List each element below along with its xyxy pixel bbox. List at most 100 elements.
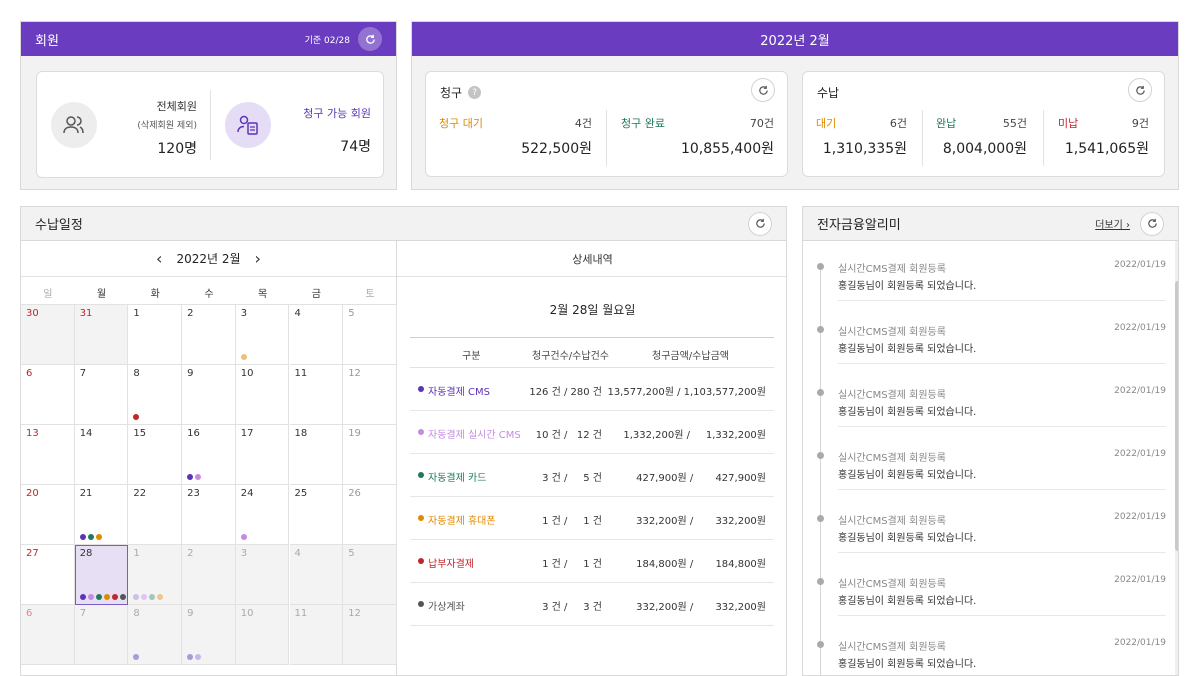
- calendar-day[interactable]: 19: [343, 425, 397, 485]
- scrollbar[interactable]: [1175, 241, 1178, 675]
- calendar-day[interactable]: 10: [235, 605, 290, 665]
- calendar-day[interactable]: 24: [235, 485, 290, 545]
- calendar-day[interactable]: 5: [343, 545, 397, 605]
- calendar-day[interactable]: 2: [182, 545, 236, 605]
- payment-refresh-button[interactable]: [1128, 78, 1152, 102]
- calendar-day[interactable]: 23: [182, 485, 236, 545]
- calendar-day[interactable]: 12: [343, 365, 397, 425]
- calendar-day[interactable]: 6: [21, 605, 75, 665]
- notification-date: 2022/01/19: [1114, 575, 1166, 585]
- next-month-button[interactable]: ›: [255, 249, 261, 268]
- event-dots: [133, 654, 140, 660]
- payment-unpaid-label[interactable]: 미납: [1058, 117, 1078, 130]
- calendar-day[interactable]: 2: [182, 305, 236, 365]
- notification-item[interactable]: 실시간CMS결제 회원등록 2022/01/19 홍길동님이 회원등록 되었습니다.: [803, 383, 1178, 446]
- category-dot: [418, 601, 424, 607]
- calendar-day[interactable]: 4: [289, 545, 344, 605]
- payment-paid-label[interactable]: 완납: [936, 117, 956, 130]
- count-value: 1 건 / 1 건: [542, 559, 602, 570]
- day-number: 27: [26, 548, 39, 559]
- calendar-day[interactable]: 20: [21, 485, 75, 545]
- category-dot: [418, 429, 424, 435]
- notification-item[interactable]: 실시간CMS결제 회원등록 2022/01/19 홍길동님이 회원등록 되었습니다.: [803, 446, 1178, 509]
- detail-row[interactable]: 자동결제 카드 3 건 / 5 건 427,900원 / 427,900원: [410, 454, 774, 497]
- schedule-refresh-button[interactable]: [748, 211, 772, 236]
- detail-row[interactable]: 가상계좌 3 건 / 3 건 332,200원 / 332,200원: [410, 583, 774, 626]
- notification-title: 전자금융알리미: [817, 218, 901, 233]
- total-members-value: 120명: [157, 141, 197, 157]
- payment-wait-label[interactable]: 대기: [816, 117, 836, 130]
- more-link[interactable]: 더보기 ›: [1095, 216, 1130, 231]
- calendar-day[interactable]: 26: [343, 485, 397, 545]
- calendar-day[interactable]: 13: [21, 425, 75, 485]
- calendar-day[interactable]: 11: [289, 365, 344, 425]
- calendar-day[interactable]: 12: [343, 605, 397, 665]
- notification-item[interactable]: 실시간CMS결제 회원등록 2022/01/19 홍길동님이 회원등록 되었습니다.: [803, 257, 1178, 320]
- notification-refresh-button[interactable]: [1140, 211, 1164, 236]
- calendar-day[interactable]: 1: [128, 545, 183, 605]
- calendar-day[interactable]: 16: [182, 425, 236, 485]
- payment-unpaid-amount: 1,541,065원: [1064, 141, 1149, 157]
- billing-pending-label[interactable]: 청구 대기: [439, 117, 483, 130]
- detail-row[interactable]: 자동결제 휴대폰 1 건 / 1 건 332,200원 / 332,200원: [410, 497, 774, 540]
- calendar-day[interactable]: 31: [74, 305, 129, 365]
- calendar-day[interactable]: 9: [182, 365, 236, 425]
- calendar-day[interactable]: 30: [21, 305, 75, 365]
- detail-title: 상세내역: [397, 241, 786, 277]
- day-number: 15: [133, 428, 147, 439]
- member-refresh-button[interactable]: [358, 27, 382, 51]
- help-icon[interactable]: ?: [468, 86, 482, 99]
- detail-row[interactable]: 납부자결제 1 건 / 1 건 184,800원 / 184,800원: [410, 540, 774, 583]
- calendar-day[interactable]: 15: [128, 425, 183, 485]
- weekday-0: 일: [43, 289, 53, 300]
- day-number: 18: [294, 428, 308, 439]
- calendar-day[interactable]: 21: [74, 485, 129, 545]
- calendar-day[interactable]: 8: [128, 365, 183, 425]
- notification-type: 실시간CMS결제 회원등록: [838, 516, 946, 527]
- calendar-day[interactable]: 8: [128, 605, 183, 665]
- calendar-day[interactable]: 3: [235, 545, 290, 605]
- calendar-day[interactable]: 1: [128, 305, 183, 365]
- event-dot: [187, 474, 194, 480]
- billing-done-label[interactable]: 청구 완료: [621, 117, 665, 130]
- day-number: 4: [294, 548, 301, 559]
- billing-refresh-button[interactable]: [751, 78, 775, 102]
- calendar-day[interactable]: 5: [343, 305, 397, 365]
- prev-month-button[interactable]: ‹: [156, 249, 162, 268]
- calendar-day[interactable]: 25: [289, 485, 344, 545]
- calendar-day[interactable]: 4: [289, 305, 344, 365]
- payment-paid-amount: 8,004,000원: [942, 141, 1027, 157]
- calendar-day[interactable]: 11: [289, 605, 344, 665]
- calendar-day[interactable]: 18: [289, 425, 344, 485]
- event-dots: [187, 474, 202, 480]
- event-dots: [133, 414, 140, 420]
- detail-row[interactable]: 자동결제 CMS 126 건 / 280 건 13,577,200원 / 1,103…: [410, 368, 774, 411]
- notification-item[interactable]: 실시간CMS결제 회원등록 2022/01/19 홍길동님이 회원등록 되었습니다.: [803, 635, 1178, 675]
- event-dot: [111, 594, 118, 600]
- scrollbar-thumb[interactable]: [1175, 281, 1178, 551]
- notification-item[interactable]: 실시간CMS결제 회원등록 2022/01/19 홍길동님이 회원등록 되었습니다.: [803, 509, 1178, 572]
- notification-item[interactable]: 실시간CMS결제 회원등록 2022/01/19 홍길동님이 회원등록 되었습니다.: [803, 320, 1178, 383]
- calendar-day[interactable]: 3: [235, 305, 290, 365]
- detail-row[interactable]: 자동결제 실시간 CMS 10 건 / 12 건 1,332,200원 / 1,33…: [410, 411, 774, 454]
- day-number: 2: [187, 548, 194, 559]
- calendar-day[interactable]: 7: [74, 365, 129, 425]
- notification-message: 홍길동님이 회원등록 되었습니다.: [838, 407, 977, 418]
- notification-item[interactable]: 실시간CMS결제 회원등록 2022/01/19 홍길동님이 회원등록 되었습니다.: [803, 572, 1178, 635]
- member-card-icon: [225, 102, 271, 148]
- event-dot: [79, 534, 86, 540]
- billing-title: 청구: [440, 86, 463, 100]
- calendar-day[interactable]: 28: [74, 545, 129, 605]
- calendar-day[interactable]: 22: [128, 485, 183, 545]
- calendar-day[interactable]: 14: [74, 425, 129, 485]
- calendar-day[interactable]: 27: [21, 545, 75, 605]
- calendar-day[interactable]: 7: [74, 605, 129, 665]
- billable-members-link[interactable]: 청구 가능 회원: [303, 105, 371, 121]
- calendar-day[interactable]: 10: [235, 365, 290, 425]
- notification-date: 2022/01/19: [1114, 323, 1166, 333]
- day-number: 13: [26, 428, 39, 439]
- calendar-day[interactable]: 6: [21, 365, 75, 425]
- day-number: 11: [294, 368, 308, 379]
- calendar-day[interactable]: 17: [235, 425, 290, 485]
- calendar-day[interactable]: 9: [182, 605, 236, 665]
